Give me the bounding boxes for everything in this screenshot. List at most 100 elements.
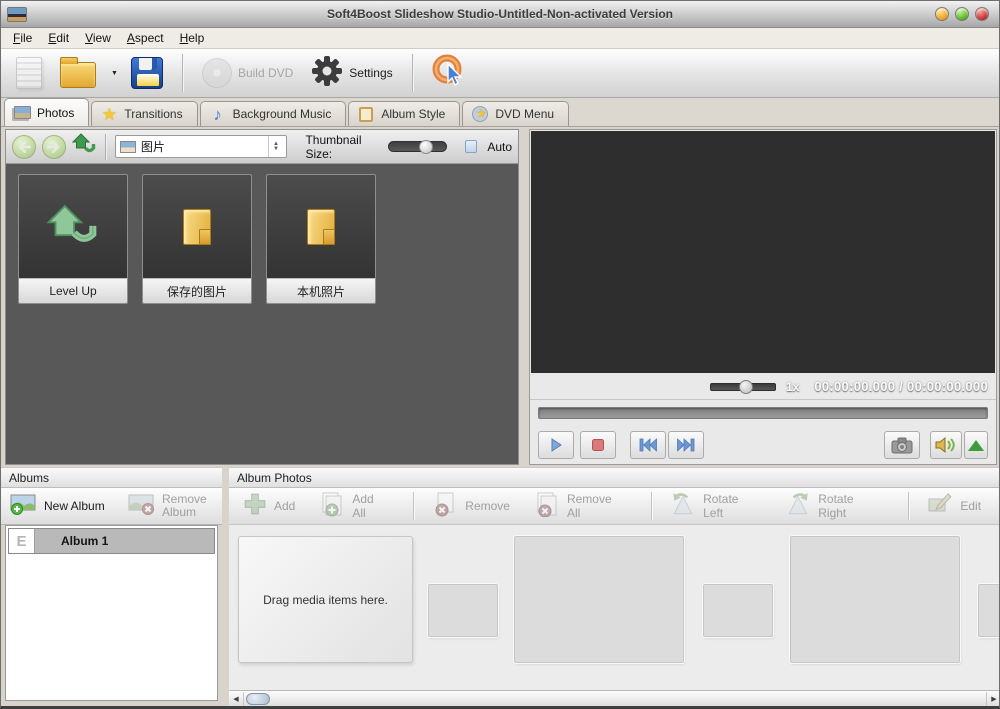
- tab-strip: Photos ★ Transitions ♪ Background Music …: [1, 98, 999, 127]
- tab-transitions[interactable]: ★ Transitions: [91, 101, 198, 126]
- location-combobox[interactable]: 图片 ▲ ▼: [114, 135, 288, 158]
- album-list-item[interactable]: E Album 1: [8, 528, 215, 554]
- camera-icon: [890, 436, 914, 455]
- top-section: 图片 ▲ ▼ Thumbnail Size: Auto Level Up 保存的…: [1, 127, 999, 467]
- help-button[interactable]: [427, 51, 471, 96]
- window-title: Soft4Boost Slideshow Studio-Untitled-Non…: [326, 7, 674, 21]
- combobox-spinner[interactable]: ▲ ▼: [268, 136, 282, 157]
- file-item-folder-2[interactable]: 本机照片: [266, 174, 376, 304]
- album-photos-header: Album Photos: [229, 467, 999, 488]
- speed-value: 1x: [786, 379, 800, 394]
- photos-icon: [13, 105, 31, 121]
- menu-view[interactable]: View: [77, 29, 119, 47]
- filmstrip: Drag media items here.: [229, 525, 999, 690]
- toolbar-separator: [651, 492, 653, 520]
- album-photos-toolbar: Add Add All Remove Remove All Rotate Lef…: [229, 488, 999, 525]
- file-item-level-up[interactable]: Level Up: [18, 174, 128, 304]
- menu-aspect[interactable]: Aspect: [119, 29, 172, 47]
- gear-icon: [311, 55, 343, 92]
- stop-icon: [590, 437, 606, 453]
- edit-button[interactable]: Edit: [923, 490, 991, 523]
- add-plus-icon: [243, 492, 267, 521]
- preview-extra-buttons: [884, 431, 988, 459]
- play-icon: [548, 437, 564, 453]
- open-dropdown-arrow-icon[interactable]: ▼: [111, 70, 118, 77]
- play-button[interactable]: [538, 431, 574, 459]
- placeholder-thumbnail: [514, 536, 684, 663]
- slider-thumb[interactable]: [419, 140, 434, 154]
- volume-popup-button[interactable]: [964, 431, 988, 459]
- tab-album-style[interactable]: Album Style: [348, 101, 461, 126]
- level-up-button[interactable]: [71, 133, 96, 160]
- playback-controls: [530, 426, 996, 464]
- new-album-icon: [9, 492, 39, 521]
- edit-pencil-icon: [927, 492, 953, 521]
- toolbar-separator: [411, 54, 413, 92]
- file-item-folder-1[interactable]: 保存的图片: [142, 174, 252, 304]
- auto-checkbox[interactable]: [465, 140, 478, 153]
- scroll-right-icon[interactable]: ▶: [986, 691, 999, 706]
- remove-all-button[interactable]: Remove All: [530, 489, 637, 524]
- minimize-button[interactable]: [935, 7, 949, 21]
- speed-slider[interactable]: [710, 379, 776, 394]
- tab-photos[interactable]: Photos: [4, 98, 90, 126]
- toolbar-separator: [908, 492, 910, 520]
- horizontal-scrollbar[interactable]: ◀ ▶: [229, 690, 999, 706]
- menu-edit[interactable]: Edit: [40, 29, 77, 47]
- scroll-left-icon[interactable]: ◀: [229, 691, 244, 706]
- spinner-down-icon: ▼: [272, 145, 279, 152]
- drop-target[interactable]: Drag media items here.: [238, 536, 413, 663]
- add-button[interactable]: Add: [239, 490, 305, 523]
- album-photos-panel: Album Photos Add Add All Remove Remove A…: [229, 467, 999, 706]
- mute-button[interactable]: [930, 431, 962, 459]
- open-project-button[interactable]: [55, 55, 101, 91]
- toolbar-separator: [413, 492, 415, 520]
- stop-button[interactable]: [580, 431, 616, 459]
- remove-album-button[interactable]: Remove Album: [123, 490, 218, 523]
- remove-button[interactable]: Remove: [428, 489, 520, 524]
- help-lifebuoy-icon: [432, 54, 466, 93]
- time-separator: /: [899, 379, 904, 394]
- new-project-button[interactable]: [11, 54, 47, 92]
- settings-button[interactable]: Settings: [306, 52, 397, 95]
- add-all-button[interactable]: Add All: [315, 489, 399, 524]
- new-album-button[interactable]: New Album: [5, 490, 109, 523]
- close-button[interactable]: [975, 7, 989, 21]
- forward-arrow-icon: [42, 134, 66, 159]
- next-button[interactable]: [668, 431, 704, 459]
- skip-end-icon: [676, 438, 696, 452]
- time-current: 00:00:00.000: [814, 379, 896, 394]
- scrollbar-thumb[interactable]: [246, 693, 270, 705]
- bottom-section: Albums New Album Remove Album E Album 1 …: [1, 467, 999, 706]
- panel-splitter[interactable]: [222, 467, 229, 706]
- remove-all-pages-icon: [534, 491, 560, 522]
- level-up-arrow-icon: [19, 175, 127, 278]
- forward-button[interactable]: [42, 134, 66, 160]
- back-button[interactable]: [12, 134, 36, 160]
- app-window: Soft4Boost Slideshow Studio-Untitled-Non…: [0, 0, 1000, 709]
- frame-step-buttons: [630, 431, 704, 459]
- browser-nav-bar: 图片 ▲ ▼ Thumbnail Size: Auto: [6, 130, 518, 164]
- title-bar[interactable]: Soft4Boost Slideshow Studio-Untitled-Non…: [1, 1, 999, 28]
- main-toolbar: ▼ Build DVD Settings: [1, 49, 999, 98]
- menu-help[interactable]: Help: [172, 29, 213, 47]
- speed-slider-thumb[interactable]: [739, 379, 753, 394]
- save-floppy-icon: [130, 57, 163, 89]
- thumbnail-size-slider[interactable]: [388, 140, 448, 154]
- maximize-button[interactable]: [955, 7, 969, 21]
- placeholder-thumbnail: [978, 584, 999, 637]
- build-dvd-button[interactable]: Build DVD: [197, 55, 298, 91]
- clipboard-icon: [357, 106, 375, 122]
- playback-info-bar: 1x 00:00:00.000 / 00:00:00.000: [530, 374, 996, 400]
- star-icon: ★: [101, 104, 117, 124]
- rotate-right-button[interactable]: Rotate Right: [781, 489, 894, 524]
- save-project-button[interactable]: [126, 54, 168, 92]
- location-value: 图片: [140, 140, 165, 154]
- seek-bar[interactable]: [538, 407, 988, 419]
- tab-background-music[interactable]: ♪ Background Music: [199, 101, 347, 126]
- menu-file[interactable]: File: [5, 29, 40, 47]
- tab-dvd-menu[interactable]: ★ DVD Menu: [462, 101, 570, 126]
- snapshot-button[interactable]: [884, 431, 920, 459]
- previous-button[interactable]: [630, 431, 666, 459]
- rotate-left-button[interactable]: Rotate Left: [666, 489, 771, 524]
